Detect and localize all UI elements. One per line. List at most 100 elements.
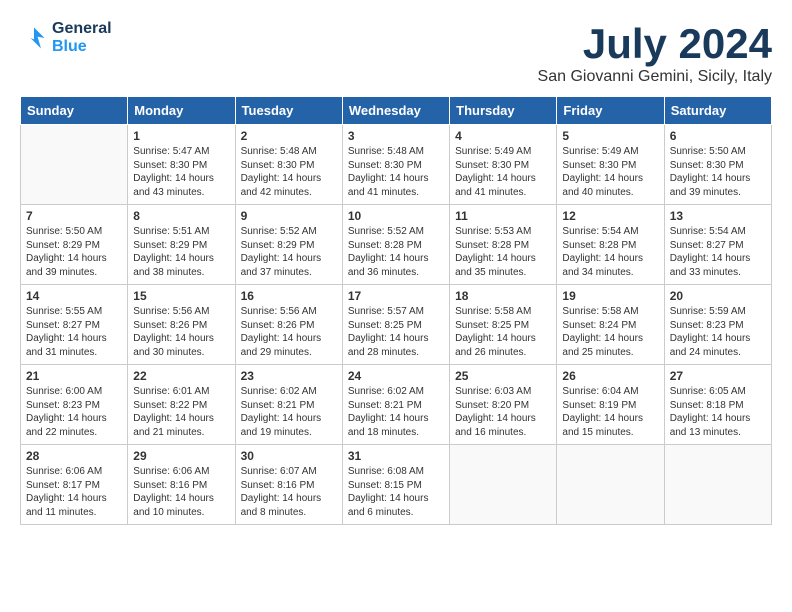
day-number: 13	[670, 209, 766, 223]
day-number: 25	[455, 369, 551, 383]
cell-content: Sunrise: 6:04 AM Sunset: 8:19 PM Dayligh…	[562, 385, 658, 439]
sunrise-text: Sunrise: 5:59 AM	[670, 305, 766, 319]
sunrise-text: Sunrise: 5:55 AM	[26, 305, 122, 319]
sunrise-text: Sunrise: 5:47 AM	[133, 145, 229, 159]
cell-content: Sunrise: 5:49 AM Sunset: 8:30 PM Dayligh…	[562, 145, 658, 199]
daylight-text: Daylight: 14 hours and 34 minutes.	[562, 252, 658, 279]
calendar-week-3: 21 Sunrise: 6:00 AM Sunset: 8:23 PM Dayl…	[21, 365, 772, 445]
sunrise-text: Sunrise: 5:58 AM	[562, 305, 658, 319]
sunset-text: Sunset: 8:15 PM	[348, 479, 444, 493]
sunrise-text: Sunrise: 6:07 AM	[241, 465, 337, 479]
day-number: 19	[562, 289, 658, 303]
daylight-text: Daylight: 14 hours and 11 minutes.	[26, 492, 122, 519]
cell-content: Sunrise: 5:57 AM Sunset: 8:25 PM Dayligh…	[348, 305, 444, 359]
cell-content: Sunrise: 6:06 AM Sunset: 8:16 PM Dayligh…	[133, 465, 229, 519]
daylight-text: Daylight: 14 hours and 41 minutes.	[455, 172, 551, 199]
day-number: 6	[670, 129, 766, 143]
sunrise-text: Sunrise: 5:52 AM	[241, 225, 337, 239]
calendar-cell: 7 Sunrise: 5:50 AM Sunset: 8:29 PM Dayli…	[21, 205, 128, 285]
calendar-header-tuesday: Tuesday	[235, 97, 342, 125]
sunrise-text: Sunrise: 5:50 AM	[26, 225, 122, 239]
sunset-text: Sunset: 8:28 PM	[348, 239, 444, 253]
sunset-text: Sunset: 8:21 PM	[348, 399, 444, 413]
day-number: 16	[241, 289, 337, 303]
day-number: 22	[133, 369, 229, 383]
calendar-cell	[664, 445, 771, 525]
calendar-cell: 23 Sunrise: 6:02 AM Sunset: 8:21 PM Dayl…	[235, 365, 342, 445]
daylight-text: Daylight: 14 hours and 15 minutes.	[562, 412, 658, 439]
sunset-text: Sunset: 8:26 PM	[133, 319, 229, 333]
calendar-cell: 22 Sunrise: 6:01 AM Sunset: 8:22 PM Dayl…	[128, 365, 235, 445]
daylight-text: Daylight: 14 hours and 24 minutes.	[670, 332, 766, 359]
calendar-cell: 20 Sunrise: 5:59 AM Sunset: 8:23 PM Dayl…	[664, 285, 771, 365]
calendar-cell: 26 Sunrise: 6:04 AM Sunset: 8:19 PM Dayl…	[557, 365, 664, 445]
day-number: 20	[670, 289, 766, 303]
sunrise-text: Sunrise: 5:57 AM	[348, 305, 444, 319]
cell-content: Sunrise: 5:54 AM Sunset: 8:28 PM Dayligh…	[562, 225, 658, 279]
daylight-text: Daylight: 14 hours and 42 minutes.	[241, 172, 337, 199]
calendar-cell: 4 Sunrise: 5:49 AM Sunset: 8:30 PM Dayli…	[450, 125, 557, 205]
sunrise-text: Sunrise: 6:03 AM	[455, 385, 551, 399]
cell-content: Sunrise: 5:48 AM Sunset: 8:30 PM Dayligh…	[241, 145, 337, 199]
sunset-text: Sunset: 8:30 PM	[133, 159, 229, 173]
month-title: July 2024	[538, 20, 772, 68]
daylight-text: Daylight: 14 hours and 6 minutes.	[348, 492, 444, 519]
day-number: 24	[348, 369, 444, 383]
sunrise-text: Sunrise: 5:53 AM	[455, 225, 551, 239]
sunrise-text: Sunrise: 5:50 AM	[670, 145, 766, 159]
calendar-cell: 27 Sunrise: 6:05 AM Sunset: 8:18 PM Dayl…	[664, 365, 771, 445]
logo-text: General Blue	[52, 20, 112, 56]
day-number: 21	[26, 369, 122, 383]
sunset-text: Sunset: 8:24 PM	[562, 319, 658, 333]
cell-content: Sunrise: 5:50 AM Sunset: 8:29 PM Dayligh…	[26, 225, 122, 279]
day-number: 7	[26, 209, 122, 223]
day-number: 23	[241, 369, 337, 383]
sunrise-text: Sunrise: 5:48 AM	[241, 145, 337, 159]
calendar-cell: 2 Sunrise: 5:48 AM Sunset: 8:30 PM Dayli…	[235, 125, 342, 205]
calendar-week-2: 14 Sunrise: 5:55 AM Sunset: 8:27 PM Dayl…	[21, 285, 772, 365]
calendar-cell: 19 Sunrise: 5:58 AM Sunset: 8:24 PM Dayl…	[557, 285, 664, 365]
daylight-text: Daylight: 14 hours and 30 minutes.	[133, 332, 229, 359]
sunrise-text: Sunrise: 5:54 AM	[562, 225, 658, 239]
daylight-text: Daylight: 14 hours and 37 minutes.	[241, 252, 337, 279]
sunrise-text: Sunrise: 6:06 AM	[26, 465, 122, 479]
daylight-text: Daylight: 14 hours and 25 minutes.	[562, 332, 658, 359]
sunrise-text: Sunrise: 6:05 AM	[670, 385, 766, 399]
sunset-text: Sunset: 8:16 PM	[133, 479, 229, 493]
day-number: 30	[241, 449, 337, 463]
calendar-body: 1 Sunrise: 5:47 AM Sunset: 8:30 PM Dayli…	[21, 125, 772, 525]
cell-content: Sunrise: 6:00 AM Sunset: 8:23 PM Dayligh…	[26, 385, 122, 439]
calendar-cell: 9 Sunrise: 5:52 AM Sunset: 8:29 PM Dayli…	[235, 205, 342, 285]
daylight-text: Daylight: 14 hours and 26 minutes.	[455, 332, 551, 359]
sunset-text: Sunset: 8:16 PM	[241, 479, 337, 493]
day-number: 29	[133, 449, 229, 463]
sunset-text: Sunset: 8:22 PM	[133, 399, 229, 413]
calendar-cell	[557, 445, 664, 525]
calendar-cell: 15 Sunrise: 5:56 AM Sunset: 8:26 PM Dayl…	[128, 285, 235, 365]
cell-content: Sunrise: 6:01 AM Sunset: 8:22 PM Dayligh…	[133, 385, 229, 439]
daylight-text: Daylight: 14 hours and 35 minutes.	[455, 252, 551, 279]
cell-content: Sunrise: 6:06 AM Sunset: 8:17 PM Dayligh…	[26, 465, 122, 519]
day-number: 12	[562, 209, 658, 223]
calendar-header-row: SundayMondayTuesdayWednesdayThursdayFrid…	[21, 97, 772, 125]
sunset-text: Sunset: 8:18 PM	[670, 399, 766, 413]
calendar-cell: 17 Sunrise: 5:57 AM Sunset: 8:25 PM Dayl…	[342, 285, 449, 365]
sunrise-text: Sunrise: 5:48 AM	[348, 145, 444, 159]
calendar-cell: 30 Sunrise: 6:07 AM Sunset: 8:16 PM Dayl…	[235, 445, 342, 525]
daylight-text: Daylight: 14 hours and 16 minutes.	[455, 412, 551, 439]
sunrise-text: Sunrise: 5:58 AM	[455, 305, 551, 319]
sunrise-text: Sunrise: 6:02 AM	[348, 385, 444, 399]
day-number: 27	[670, 369, 766, 383]
daylight-text: Daylight: 14 hours and 40 minutes.	[562, 172, 658, 199]
calendar-cell: 6 Sunrise: 5:50 AM Sunset: 8:30 PM Dayli…	[664, 125, 771, 205]
sunrise-text: Sunrise: 5:56 AM	[133, 305, 229, 319]
day-number: 1	[133, 129, 229, 143]
calendar-cell: 10 Sunrise: 5:52 AM Sunset: 8:28 PM Dayl…	[342, 205, 449, 285]
daylight-text: Daylight: 14 hours and 38 minutes.	[133, 252, 229, 279]
calendar-cell: 28 Sunrise: 6:06 AM Sunset: 8:17 PM Dayl…	[21, 445, 128, 525]
calendar-cell	[21, 125, 128, 205]
calendar-cell: 24 Sunrise: 6:02 AM Sunset: 8:21 PM Dayl…	[342, 365, 449, 445]
day-number: 4	[455, 129, 551, 143]
day-number: 28	[26, 449, 122, 463]
cell-content: Sunrise: 5:50 AM Sunset: 8:30 PM Dayligh…	[670, 145, 766, 199]
